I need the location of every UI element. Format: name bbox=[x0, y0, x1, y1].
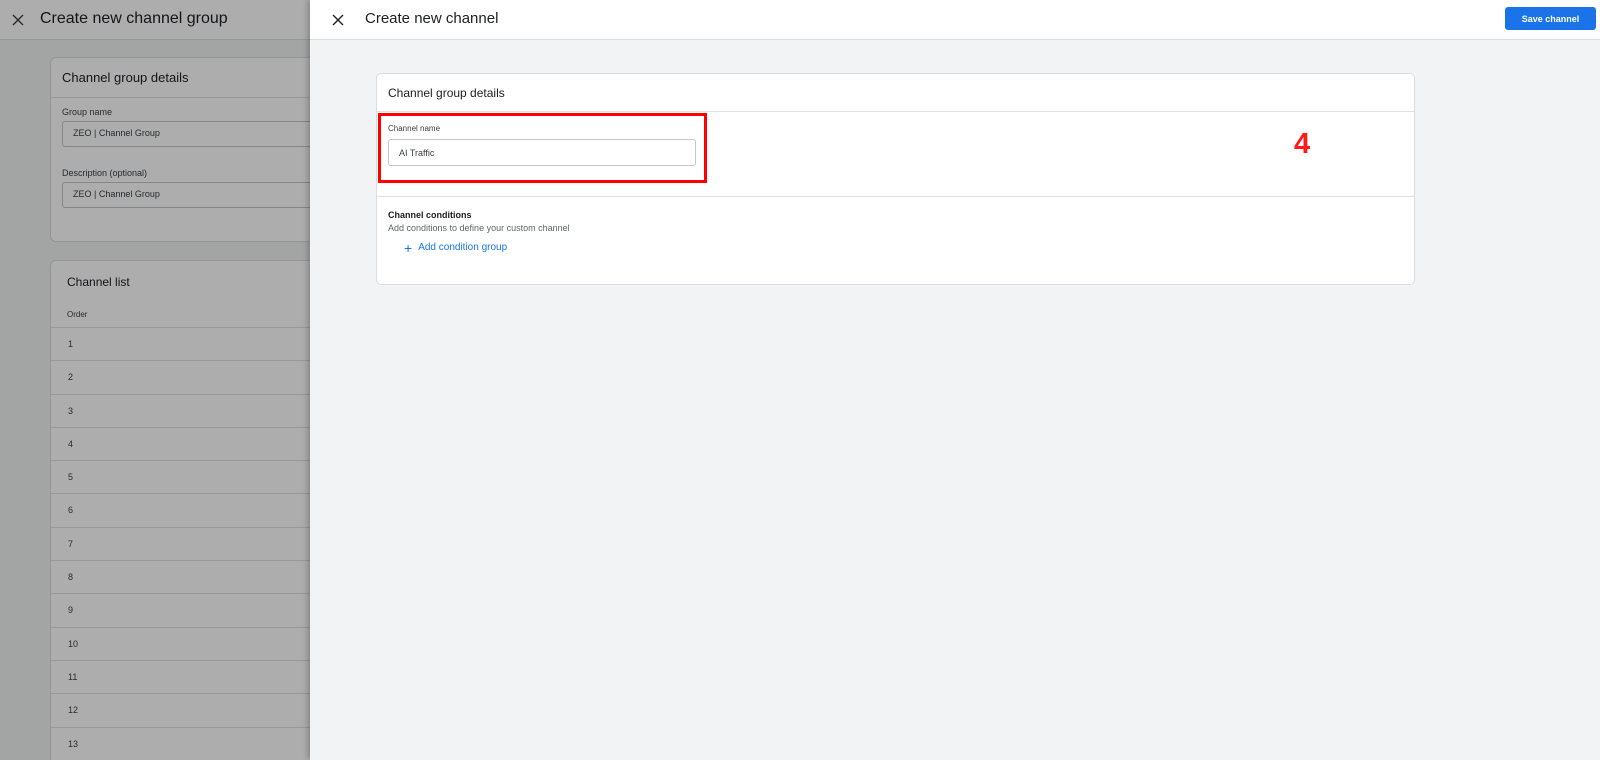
channel-details-card: Channel group details Channel name 4 Cha… bbox=[376, 73, 1415, 285]
conditions-title: Channel conditions bbox=[388, 210, 472, 220]
close-icon[interactable] bbox=[326, 8, 350, 32]
channel-name-input[interactable] bbox=[388, 139, 696, 166]
add-condition-group-button[interactable]: + Add condition group bbox=[404, 239, 508, 256]
panel-header: Create new channel Save channel bbox=[310, 0, 1600, 40]
step-number-annotation: 4 bbox=[1294, 128, 1311, 160]
plus-icon: + bbox=[404, 239, 413, 256]
panel-title: Create new channel bbox=[365, 10, 499, 27]
add-condition-group-label: Add condition group bbox=[418, 242, 508, 253]
save-channel-button[interactable]: Save channel bbox=[1505, 7, 1596, 30]
channel-conditions-section: Channel conditions Add conditions to def… bbox=[377, 197, 1414, 271]
channel-name-label: Channel name bbox=[388, 124, 441, 133]
conditions-description: Add conditions to define your custom cha… bbox=[388, 223, 570, 233]
channel-name-section: Channel name 4 bbox=[377, 112, 1414, 197]
create-channel-panel: Create new channel Save channel Channel … bbox=[310, 0, 1600, 760]
card-title: Channel group details bbox=[377, 74, 1414, 112]
